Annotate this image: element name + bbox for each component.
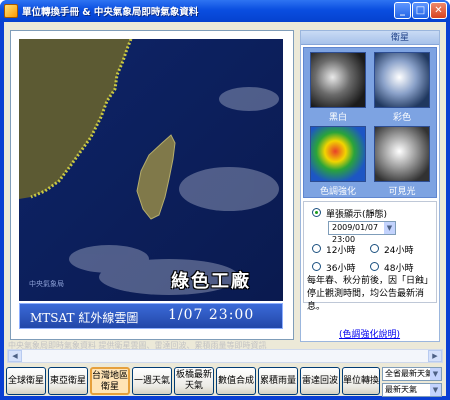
region-select[interactable]: 全省最新天氣 ▼	[382, 367, 442, 381]
interval-24-radio[interactable]	[370, 244, 379, 253]
satellite-map-graphic	[19, 39, 283, 301]
east-asia-satellite-button[interactable]: 東亞衛星	[48, 367, 88, 395]
interval-36-radio[interactable]	[312, 262, 321, 271]
title-bar[interactable]: 單位轉換手冊 & 中央氣象局即時氣象資料 _ □ ✕	[0, 0, 450, 22]
panel-tab-satellite[interactable]: 衛星	[301, 31, 439, 45]
accumulated-rain-button[interactable]: 累積雨量	[258, 367, 298, 395]
eclipse-notice: 每年春、秋分前後，因「日蝕」停止觀測時間，均公告最新消息。	[307, 276, 434, 312]
image-caption: MTSAT 紅外線雲圖	[30, 311, 139, 325]
app-window: 單位轉換手冊 & 中央氣象局即時氣象資料 _ □ ✕ 中央氣象局 綠色工廠 MT…	[0, 0, 450, 400]
single-display-radio[interactable]	[312, 208, 321, 217]
app-icon[interactable]	[4, 4, 18, 18]
single-display-label: 單張顯示(靜態)	[326, 210, 388, 220]
banqiao-weather-button[interactable]: 板橋最新天氣	[174, 367, 214, 395]
satellite-options-panel: 衛星 黑白 彩色 色調強化 可見光 單張顯示(靜態) 2009/01/07 23…	[300, 30, 440, 342]
interval-12-label: 12小時	[326, 246, 356, 256]
region-select-value: 全省最新天氣	[385, 369, 433, 378]
time-select-value: 2009/01/07 23:00	[332, 223, 379, 244]
thumb-bw-label: 黑白	[328, 113, 347, 123]
weather-item-select[interactable]: 最新天氣 ▼	[382, 383, 442, 397]
green-factory-logo: 綠色工廠	[171, 271, 251, 292]
image-time: 1/07 23:00	[168, 307, 255, 323]
satellite-viewer: 中央氣象局 綠色工廠 MTSAT 紅外線雲圖 1/07 23:00	[10, 30, 294, 340]
time-select[interactable]: 2009/01/07 23:00 ▼	[328, 221, 396, 244]
thumb-enhanced[interactable]	[310, 126, 366, 182]
chevron-down-icon[interactable]: ▼	[430, 368, 441, 380]
minimize-button[interactable]: _	[394, 2, 411, 19]
interval-24-label: 24小時	[384, 246, 414, 256]
window-title: 單位轉換手冊 & 中央氣象局即時氣象資料	[22, 7, 199, 18]
thumb-visible[interactable]	[374, 126, 430, 182]
image-type-panel: 黑白 彩色 色調強化 可見光	[303, 47, 437, 198]
radar-echo-button[interactable]: 雷達回波	[300, 367, 340, 395]
chevron-down-icon[interactable]: ▼	[384, 222, 395, 234]
global-satellite-button[interactable]: 全球衛星	[6, 367, 46, 395]
thumb-bw[interactable]	[310, 52, 366, 108]
maximize-button[interactable]: □	[412, 2, 429, 19]
horizontal-scrollbar[interactable]: ◀ ▶	[7, 349, 443, 363]
image-caption-bar: MTSAT 紅外線雲圖 1/07 23:00	[19, 303, 283, 329]
satellite-image[interactable]: 中央氣象局 綠色工廠	[19, 39, 283, 301]
enhance-explanation-link[interactable]: (色調強化說明)	[339, 327, 400, 340]
main-area: 中央氣象局 綠色工廠 MTSAT 紅外線雲圖 1/07 23:00 衛星 黑白 …	[4, 22, 446, 397]
numerical-composite-button[interactable]: 數值合成	[216, 367, 256, 395]
interval-48-label: 48小時	[384, 264, 414, 274]
weekly-weather-button[interactable]: 一週天氣	[132, 367, 172, 395]
unit-conversion-button[interactable]: 單位轉換	[342, 367, 380, 395]
close-button[interactable]: ✕	[430, 2, 447, 19]
taiwan-satellite-button[interactable]: 台灣地區衛星	[90, 367, 130, 395]
interval-36-label: 36小時	[326, 264, 356, 274]
image-watermark: 中央氣象局	[29, 280, 64, 288]
interval-12-radio[interactable]	[312, 244, 321, 253]
scroll-right-icon[interactable]: ▶	[428, 350, 442, 362]
weather-item-select-value: 最新天氣	[385, 385, 417, 394]
thumb-enhanced-label: 色調強化	[319, 187, 356, 197]
thumb-color[interactable]	[374, 52, 430, 108]
thumb-color-label: 彩色	[392, 113, 411, 123]
thumb-visible-label: 可見光	[388, 187, 416, 197]
scroll-left-icon[interactable]: ◀	[8, 350, 22, 362]
chevron-down-icon[interactable]: ▼	[430, 384, 441, 396]
interval-48-radio[interactable]	[370, 262, 379, 271]
